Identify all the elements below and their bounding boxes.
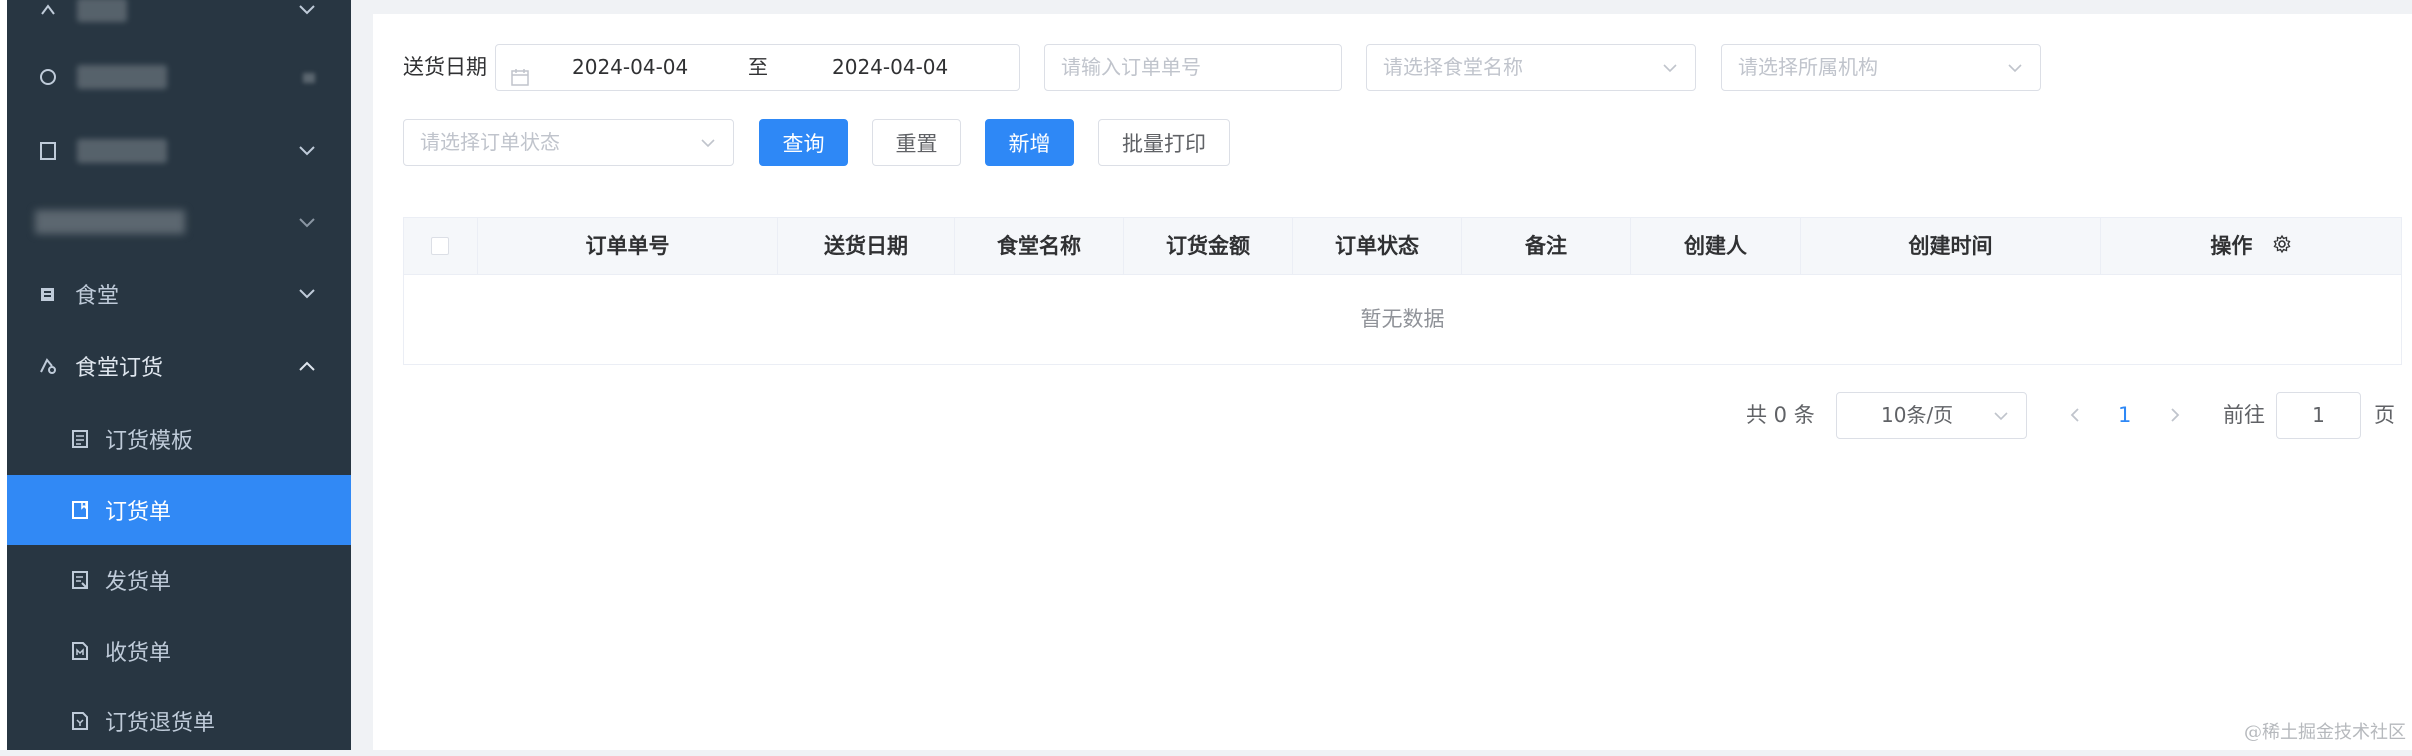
chevron-up-icon (297, 356, 317, 376)
chevron-down-icon (1992, 393, 2010, 438)
order-status-placeholder: 请选择订单状态 (420, 130, 560, 154)
chevron-down-icon (297, 213, 317, 233)
sidebar-subitem-label: 订货模板 (105, 429, 194, 454)
date-range-separator: 至 (748, 55, 768, 79)
sidebar-subitem-label: 订货单 (105, 500, 172, 525)
select-all-checkbox[interactable] (431, 237, 449, 255)
receive-doc-icon (69, 640, 91, 662)
chevron-down-icon (699, 120, 717, 165)
settings-gear-icon[interactable] (2272, 219, 2292, 275)
order-icon (37, 355, 59, 377)
return-doc-icon (69, 710, 91, 732)
date-end-value[interactable]: 2024-04-04 (832, 45, 948, 90)
sidebar-subitem-label: 订货退货单 (105, 711, 216, 736)
column-header[interactable]: 订货金额 (1124, 218, 1293, 274)
page-size-select[interactable]: 10条/页 (1836, 392, 2027, 439)
delivery-date-label: 送货日期 (403, 55, 487, 79)
calendar-icon (510, 58, 530, 103)
canteen-icon (37, 283, 59, 305)
column-header[interactable]: 备注 (1462, 218, 1631, 274)
add-button[interactable]: 新增 (985, 119, 1074, 166)
sidebar-subitem-shipment[interactable]: 发货单 (7, 545, 351, 615)
sidebar-item-redacted-2[interactable] (7, 42, 351, 112)
sidebar-subitem-order-template[interactable]: 订货模板 (7, 404, 351, 474)
order-doc-icon (69, 499, 91, 521)
page-suffix: 页 (2374, 403, 2395, 427)
chevron-down-icon (297, 0, 317, 20)
query-button[interactable]: 查询 (759, 119, 848, 166)
sidebar-item-canteen[interactable]: 食堂 (7, 259, 351, 329)
redacted-icon (37, 66, 59, 88)
column-header[interactable]: 送货日期 (778, 218, 955, 274)
organization-placeholder: 请选择所属机构 (1738, 55, 1878, 79)
column-header[interactable]: 订单状态 (1293, 218, 1462, 274)
sidebar-item-label: 食堂订货 (75, 356, 164, 381)
chevron-down-icon (297, 284, 317, 304)
column-header[interactable]: 创建人 (1631, 218, 1801, 274)
sidebar-subitem-receipt[interactable]: 收货单 (7, 616, 351, 686)
redacted-label (35, 210, 185, 234)
redacted-icon (37, 0, 59, 21)
delivery-date-range-picker[interactable]: 2024-04-04 至 2024-04-04 (495, 44, 1020, 91)
goto-label: 前往 (2223, 403, 2265, 427)
main-content: 送货日期 2024-04-04 至 2024-04-04 请输入订单单号 请选择… (373, 14, 2412, 750)
sidebar-subitem-order-return[interactable]: 订货退货单 (7, 686, 351, 756)
goto-page-input[interactable]: 1 (2276, 392, 2361, 439)
sidebar: 食堂 食堂订货 订货模板 订货单 发货单 收货单 订货退货单 (0, 0, 351, 750)
canteen-select[interactable]: 请选择食堂名称 (1366, 44, 1696, 91)
redacted-mark (303, 73, 315, 83)
chevron-down-icon (2006, 45, 2024, 90)
chevron-down-icon (1661, 45, 1679, 90)
pagination-total: 共 0 条 (1746, 403, 1815, 427)
column-header[interactable]: 订单单号 (478, 218, 778, 274)
orders-table: 订单单号 送货日期 食堂名称 订货金额 订单状态 备注 创建人 创建时间 操作 … (403, 217, 2402, 365)
redacted-label (77, 139, 167, 163)
sidebar-item-redacted-4[interactable] (7, 188, 351, 258)
sidebar-item-label: 食堂 (75, 284, 120, 309)
redacted-label (77, 65, 167, 89)
current-page-number[interactable]: 1 (2118, 392, 2131, 439)
select-all-cell (404, 218, 478, 274)
redacted-icon (37, 140, 59, 162)
watermark: @稀土掘金技术社区 (2244, 722, 2406, 743)
order-status-select[interactable]: 请选择订单状态 (403, 119, 734, 166)
prev-page-icon[interactable] (2069, 407, 2081, 427)
order-no-input[interactable]: 请输入订单单号 (1044, 44, 1342, 91)
sidebar-item-redacted-1[interactable] (7, 0, 351, 45)
canteen-placeholder: 请选择食堂名称 (1383, 55, 1523, 79)
page-size-value: 10条/页 (1881, 403, 1954, 427)
order-no-placeholder: 请输入订单单号 (1061, 55, 1201, 79)
column-header[interactable]: 创建时间 (1801, 218, 2101, 274)
table-header: 订单单号 送货日期 食堂名称 订货金额 订单状态 备注 创建人 创建时间 操作 (404, 218, 2401, 275)
redacted-label (77, 0, 127, 22)
batch-print-button[interactable]: 批量打印 (1098, 119, 1230, 166)
sidebar-subitem-label: 发货单 (105, 570, 172, 595)
sidebar-subitem-label: 收货单 (105, 641, 172, 666)
organization-select[interactable]: 请选择所属机构 (1721, 44, 2041, 91)
column-header[interactable]: 食堂名称 (955, 218, 1124, 274)
next-page-icon[interactable] (2169, 407, 2181, 427)
actions-header: 操作 (2101, 218, 2401, 274)
sidebar-subitem-order[interactable]: 订货单 (7, 475, 351, 545)
chevron-down-icon (297, 141, 317, 161)
template-icon (69, 428, 91, 450)
ship-doc-icon (69, 569, 91, 591)
table-empty-text: 暂无数据 (1360, 307, 1445, 331)
reset-button[interactable]: 重置 (872, 119, 961, 166)
date-start-value[interactable]: 2024-04-04 (572, 45, 688, 90)
actions-header-label: 操作 (2210, 234, 2253, 258)
sidebar-item-redacted-3[interactable] (7, 116, 351, 186)
sidebar-item-canteen-order[interactable]: 食堂订货 (7, 331, 351, 401)
